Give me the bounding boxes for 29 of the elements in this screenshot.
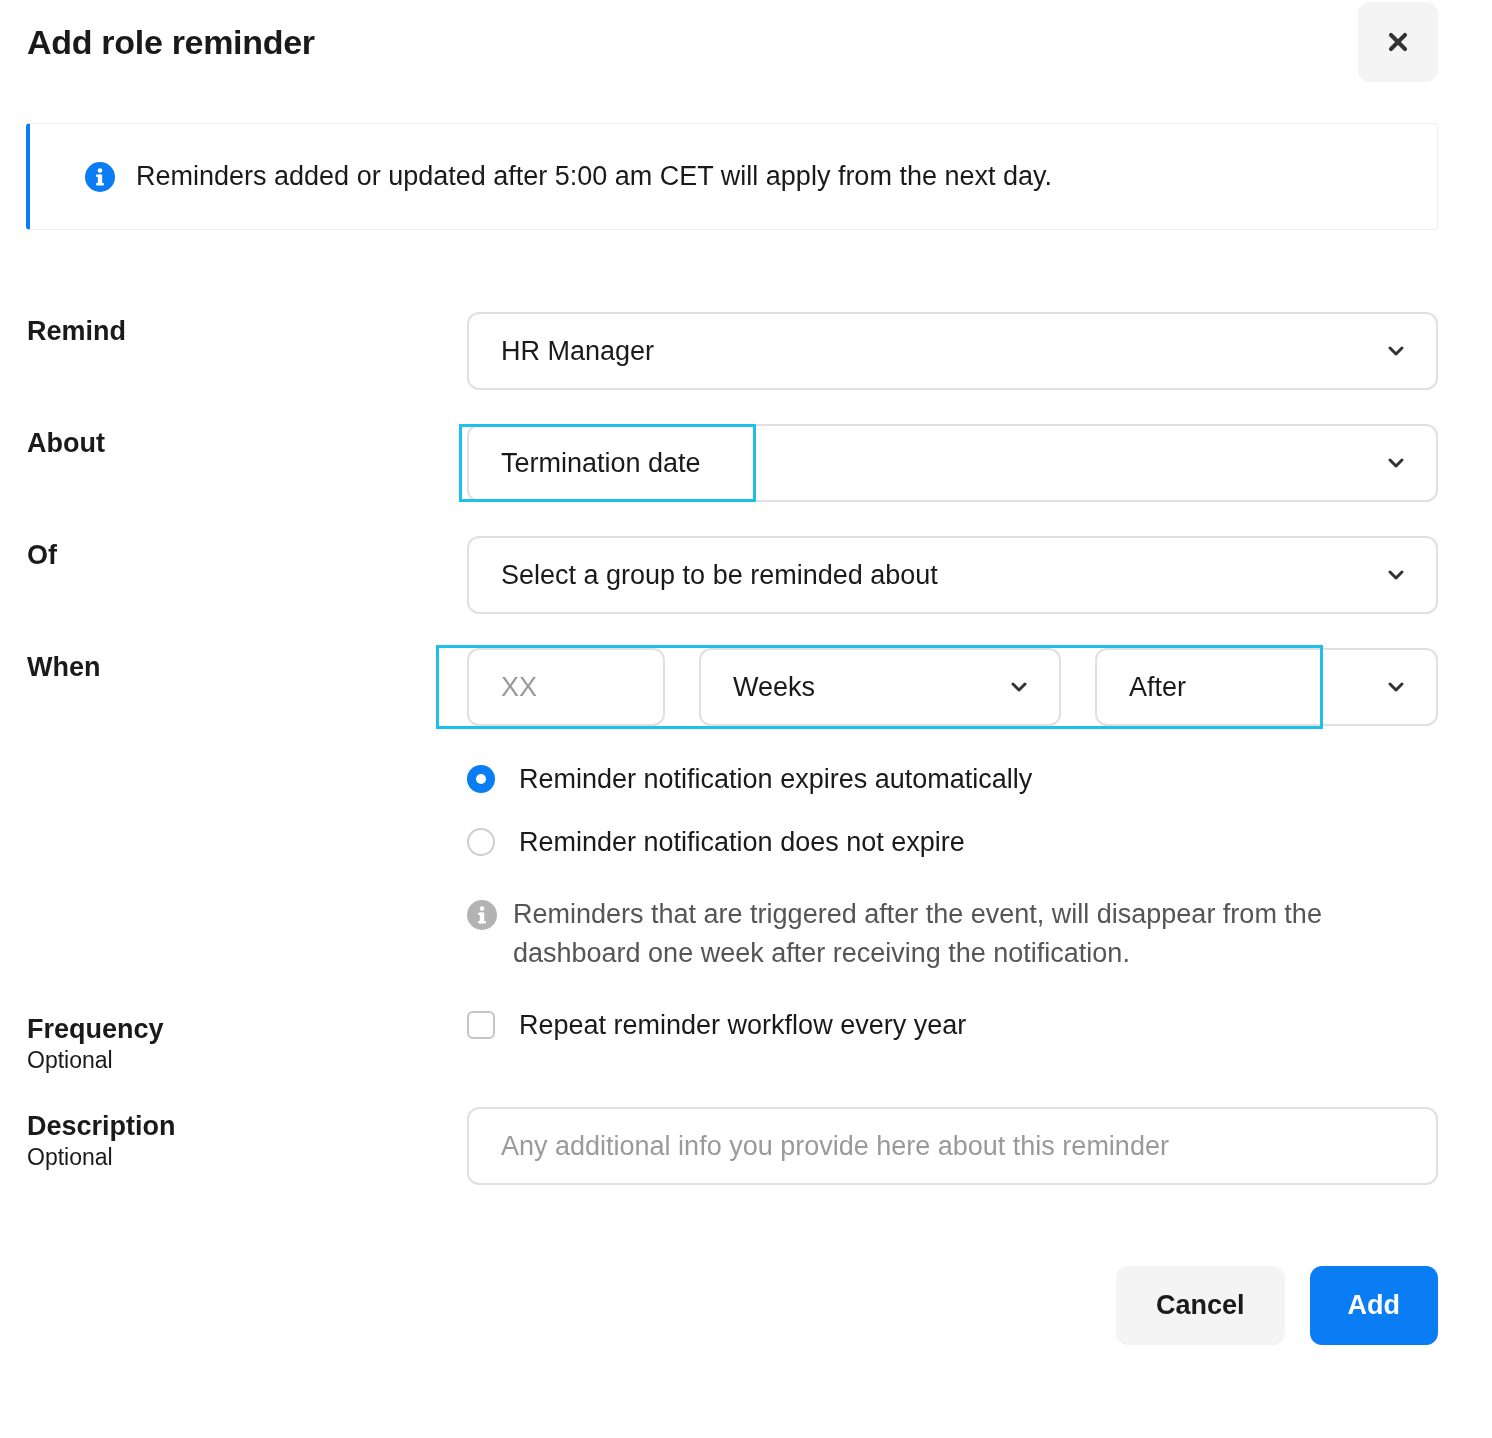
- field-label: Of: [27, 539, 58, 571]
- optional-hint: Optional: [27, 1046, 114, 1075]
- info-icon: [85, 161, 115, 192]
- field-label: When: [27, 651, 102, 683]
- cancel-button[interactable]: Cancel: [1115, 1266, 1285, 1345]
- optional-hint: Optional: [27, 1143, 114, 1172]
- close-button[interactable]: [1358, 2, 1438, 82]
- info-note: Reminders that are triggered after the event, will disappear from the dashboard one week after receiving the notification.: [513, 898, 1323, 970]
- field-label: About: [27, 427, 106, 459]
- field-label: Frequency: [27, 1013, 165, 1045]
- dropdown[interactable]: After: [1095, 648, 1438, 726]
- dropdown[interactable]: Select a group to be reminded about: [467, 536, 1438, 614]
- dropdown[interactable]: Weeks: [699, 648, 1061, 726]
- field-label: Description: [27, 1110, 177, 1142]
- option-label[interactable]: Reminder notification expires automatically: [519, 763, 1033, 795]
- number-input[interactable]: XX: [467, 648, 665, 726]
- dropdown[interactable]: HR Manager: [467, 312, 1438, 390]
- banner-text: Reminders added or updated after 5:00 am CET will apply from the next day.: [136, 161, 1052, 192]
- radio-button[interactable]: [467, 828, 495, 856]
- checkbox[interactable]: [467, 1011, 495, 1039]
- info-icon: [467, 900, 497, 930]
- checkbox-label[interactable]: Repeat reminder workflow every year: [519, 1009, 967, 1041]
- field-label: Remind: [27, 315, 127, 347]
- add-button[interactable]: Add: [1309, 1266, 1438, 1345]
- dropdown[interactable]: Termination date: [467, 424, 1438, 502]
- description-input[interactable]: Any additional info you provide here about this reminder: [467, 1107, 1438, 1185]
- radio-button[interactable]: [467, 765, 495, 793]
- dialog-title: Add role reminder: [27, 22, 315, 62]
- option-label[interactable]: Reminder notification does not expire: [519, 826, 965, 858]
